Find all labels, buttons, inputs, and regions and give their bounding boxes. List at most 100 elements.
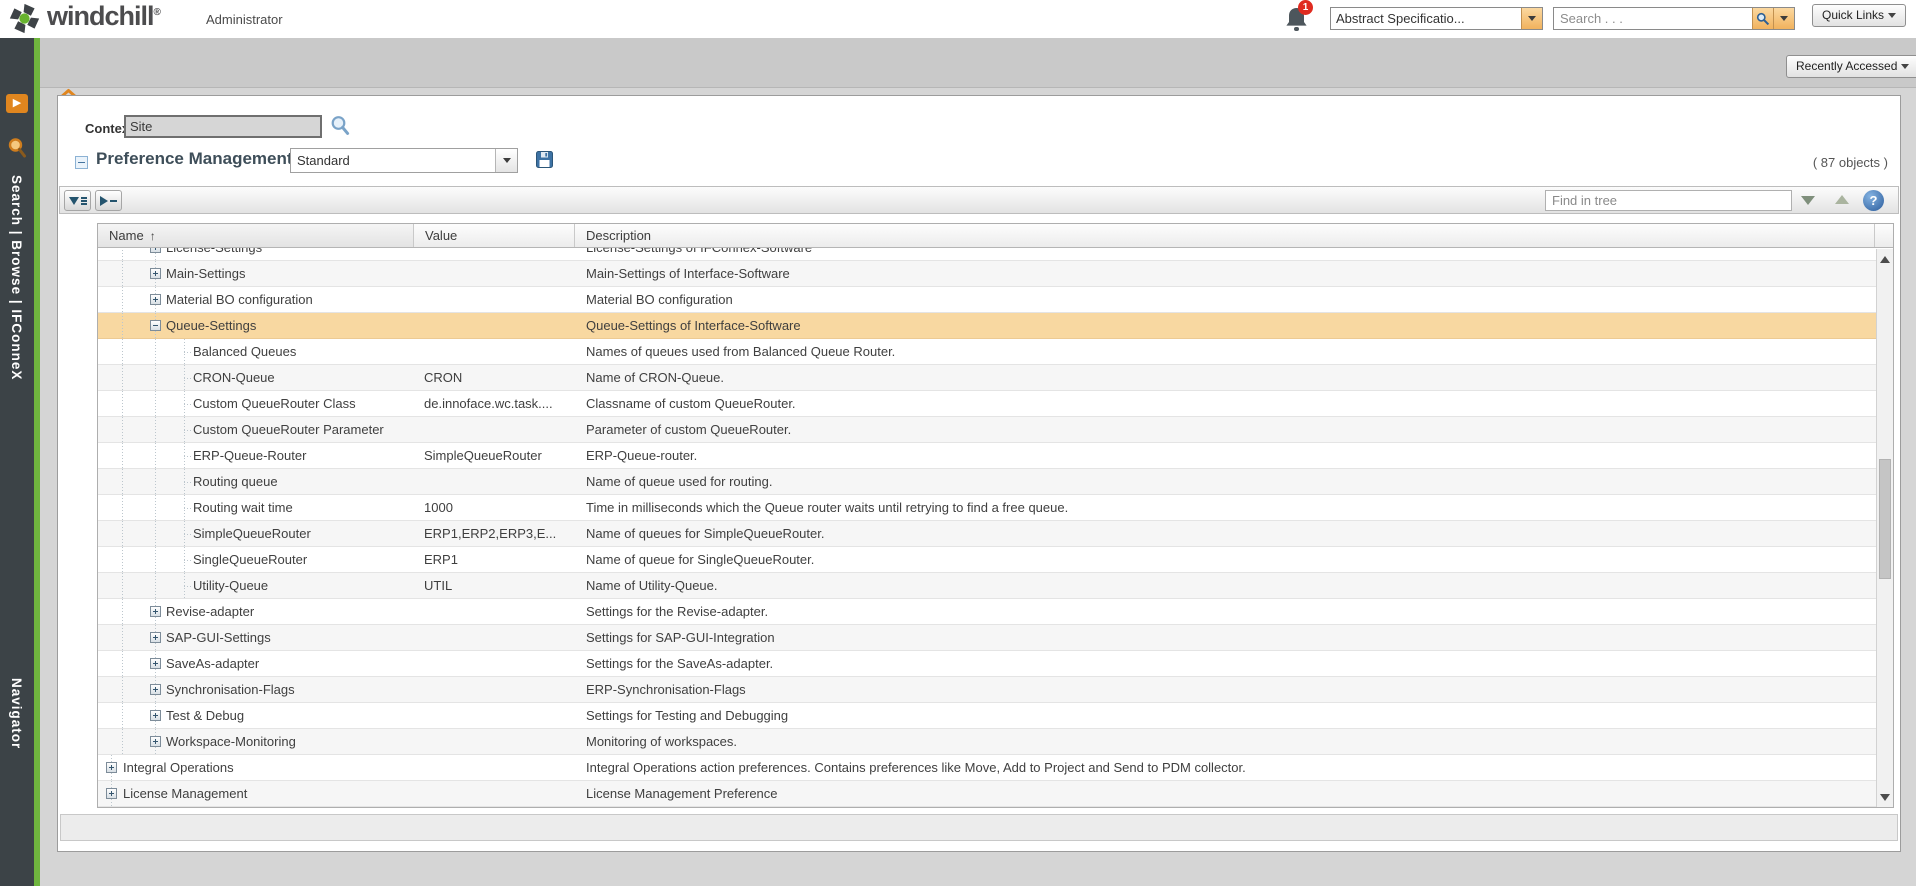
table-row[interactable]: Utility-Queue UTIL Name of Utility-Queue… (98, 573, 1893, 599)
column-header-description[interactable]: Description (575, 224, 1875, 247)
table-row[interactable]: SimpleQueueRouter ERP1,ERP2,ERP3,E... Na… (98, 521, 1893, 547)
search-type-dropdown-button[interactable] (1521, 8, 1542, 29)
preference-description: ERP-Queue-router. (575, 443, 1875, 468)
find-in-tree-input[interactable] (1545, 190, 1792, 211)
expand-node-icon[interactable] (150, 684, 161, 695)
table-row[interactable]: Custom QueueRouter Parameter Parameter o… (98, 417, 1893, 443)
expand-node-icon[interactable] (150, 736, 161, 747)
name-cell: Custom QueueRouter Parameter (98, 417, 414, 442)
preference-value: UTIL (414, 573, 575, 598)
notification-count-badge[interactable]: 1 (1298, 0, 1313, 15)
expand-node-icon[interactable] (106, 762, 117, 773)
preference-description: ERP-Synchronisation-Flags (575, 677, 1875, 702)
sort-ascending-icon: ↑ (150, 229, 156, 243)
table-row[interactable]: Custom QueueRouter Class de.innoface.wc.… (98, 391, 1893, 417)
scroll-down-arrow-icon[interactable] (1877, 789, 1893, 805)
preference-description: License Management Preference (575, 781, 1875, 806)
chevron-down-icon (503, 158, 511, 163)
global-search-input[interactable] (1554, 8, 1752, 29)
table-row[interactable]: Revise-adapter Settings for the Revise-a… (98, 599, 1893, 625)
column-header-value[interactable]: Value (414, 224, 575, 247)
chevron-down-icon (1888, 13, 1896, 18)
table-row[interactable]: Integral Operations Integral Operations … (98, 755, 1893, 781)
table-row[interactable]: Routing queue Name of queue used for rou… (98, 469, 1893, 495)
name-cell: Test & Debug (98, 703, 414, 728)
name-cell: Revise-adapter (98, 599, 414, 624)
table-row[interactable]: Synchronisation-Flags ERP-Synchronisatio… (98, 677, 1893, 703)
table-row[interactable]: Material BO configuration Material BO co… (98, 287, 1893, 313)
sidebar-search-icon[interactable] (7, 137, 27, 164)
search-type-select[interactable]: Abstract Specificatio... (1330, 7, 1543, 30)
recently-accessed-button[interactable]: Recently Accessed (1786, 55, 1916, 78)
preference-name: SingleQueueRouter (193, 547, 307, 572)
expand-node-icon[interactable] (106, 788, 117, 799)
expand-node-icon[interactable] (150, 248, 161, 253)
collapse-all-button[interactable] (95, 190, 122, 211)
table-row[interactable]: Routing wait time 1000 Time in milliseco… (98, 495, 1893, 521)
preference-name: Material BO configuration (166, 287, 313, 312)
view-select[interactable]: Standard (290, 148, 518, 173)
table-row[interactable]: License-Settings License-Settings of IFC… (98, 248, 1893, 261)
name-cell: License Management (98, 781, 414, 806)
preference-description: Monitoring of workspaces. (575, 729, 1875, 754)
name-cell: CRON-Queue (98, 365, 414, 390)
scroll-up-arrow-icon[interactable] (1877, 251, 1893, 267)
search-submit-button[interactable] (1752, 8, 1773, 29)
context-input[interactable] (124, 115, 322, 138)
expand-node-icon[interactable] (150, 606, 161, 617)
preference-name: Routing wait time (193, 495, 293, 520)
table-row[interactable]: Queue-Settings Queue-Settings of Interfa… (98, 313, 1893, 339)
table-row[interactable]: SAP-GUI-Settings Settings for SAP-GUI-In… (98, 625, 1893, 651)
expand-node-icon[interactable] (150, 632, 161, 643)
scrollbar-thumb[interactable] (1879, 459, 1891, 579)
table-scrollbar[interactable] (1876, 249, 1893, 807)
expand-node-icon[interactable] (150, 710, 161, 721)
preference-value (414, 287, 575, 312)
search-options-dropdown-button[interactable] (1773, 8, 1794, 29)
preference-value (414, 729, 575, 754)
preference-name: Routing queue (193, 469, 278, 494)
preference-value: ERP1 (414, 547, 575, 572)
table-row[interactable]: Workspace-Monitoring Monitoring of works… (98, 729, 1893, 755)
preference-description: Classname of custom QueueRouter. (575, 391, 1875, 416)
name-cell: SingleQueueRouter (98, 547, 414, 572)
table-row[interactable]: SaveAs-adapter Settings for the SaveAs-a… (98, 651, 1893, 677)
preference-name: Custom QueueRouter Class (193, 391, 356, 416)
expand-node-icon[interactable] (150, 294, 161, 305)
expand-node-icon[interactable] (150, 268, 161, 279)
table-row[interactable]: Balanced Queues Names of queues used fro… (98, 339, 1893, 365)
help-icon[interactable]: ? (1863, 190, 1884, 211)
minus-icon (110, 200, 117, 202)
preference-description: Name of CRON-Queue. (575, 365, 1875, 390)
table-row[interactable]: CRON-Queue CRON Name of CRON-Queue. (98, 365, 1893, 391)
table-row[interactable]: SingleQueueRouter ERP1 Name of queue for… (98, 547, 1893, 573)
preference-name: Synchronisation-Flags (166, 677, 295, 702)
preference-name: License-Settings (166, 248, 262, 260)
preference-description: Name of queues for SimpleQueueRouter. (575, 521, 1875, 546)
save-view-icon[interactable] (536, 151, 553, 173)
preference-description: Time in milliseconds which the Queue rou… (575, 495, 1875, 520)
preferences-tree-table: Name↑ Value Description License-Settings… (97, 223, 1894, 808)
find-next-icon[interactable] (1801, 196, 1815, 205)
column-header-name[interactable]: Name↑ (98, 224, 414, 247)
view-select-dropdown-button[interactable] (495, 149, 517, 172)
preference-name: Utility-Queue (193, 573, 268, 598)
collapse-node-icon[interactable] (150, 320, 161, 331)
sidebar-tab-navigator[interactable]: Navigator (9, 678, 24, 749)
expand-node-icon[interactable] (150, 658, 161, 669)
view-list-button[interactable] (64, 190, 91, 211)
preference-value (414, 339, 575, 364)
context-search-icon[interactable] (330, 115, 350, 141)
collapse-section-icon[interactable] (75, 156, 88, 169)
table-row[interactable]: Main-Settings Main-Settings of Interface… (98, 261, 1893, 287)
list-lines-icon (81, 197, 87, 205)
table-row[interactable]: Test & Debug Settings for Testing and De… (98, 703, 1893, 729)
table-row[interactable]: ERP-Queue-Router SimpleQueueRouter ERP-Q… (98, 443, 1893, 469)
quick-links-button[interactable]: Quick Links (1812, 4, 1906, 27)
find-previous-icon[interactable] (1835, 195, 1849, 204)
table-row[interactable]: License Management License Management Pr… (98, 781, 1893, 807)
name-cell: Routing wait time (98, 495, 414, 520)
preference-description: Settings for the Revise-adapter. (575, 599, 1875, 624)
navigator-expand-icon[interactable]: ▶ (6, 94, 28, 113)
sidebar-tab-search-browse[interactable]: Search | Browse | IFConneX (9, 175, 24, 380)
